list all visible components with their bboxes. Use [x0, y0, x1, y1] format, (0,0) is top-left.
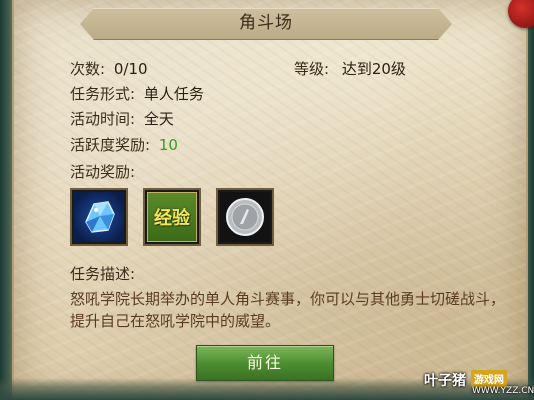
crystal-icon: [74, 192, 124, 242]
description-text: 怒吼学院长期举办的单人角斗赛事，你可以与其他勇士切磋战斗，提升自己在怒吼学院中的…: [70, 290, 506, 330]
rewards-label-row: 活动奖励:: [70, 161, 135, 182]
form-value: 单人任务: [143, 85, 204, 103]
activity-value: 10: [158, 136, 178, 154]
reward-slot-crystal[interactable]: [70, 188, 128, 246]
description-label-row: 任务描述:: [70, 263, 135, 284]
go-button[interactable]: 前往: [196, 345, 334, 381]
level-row: 等级: 达到20级: [294, 58, 406, 79]
reward-slot-experience[interactable]: 经验: [143, 188, 201, 246]
count-value: 0/10: [113, 60, 148, 78]
watermark-badge: 游戏网: [470, 370, 507, 387]
watermark-brand: 叶子猪: [424, 373, 466, 389]
level-label: 等级:: [294, 60, 330, 78]
watermark-logo: 叶子猪 游戏网 WWW.YZZ.CN: [424, 370, 534, 396]
coin-icon: [220, 192, 270, 242]
exp-text: 经验: [154, 208, 190, 229]
time-label: 活动时间:: [70, 110, 136, 128]
time-value: 全天: [143, 110, 174, 128]
watermark-url: WWW.YZZ.CN: [472, 386, 534, 396]
count-row: 次数: 0/10: [70, 58, 148, 79]
description-label: 任务描述:: [70, 265, 136, 283]
reward-slot-coin[interactable]: [216, 188, 274, 246]
time-row: 活动时间: 全天: [70, 108, 174, 129]
activity-dialog: 角斗场 次数: 0/10 等级: 达到20级 任务形式: 单人任务 活动时间: …: [0, 0, 534, 400]
level-value: 达到20级: [341, 60, 406, 78]
activity-label: 活跃度奖励:: [70, 136, 151, 154]
count-label: 次数:: [70, 60, 106, 78]
activity-row: 活跃度奖励: 10: [70, 134, 178, 155]
dialog-title: 角斗场: [239, 13, 293, 33]
rewards-label: 活动奖励:: [70, 163, 136, 181]
form-row: 任务形式: 单人任务: [70, 83, 204, 104]
exp-icon: 经验: [147, 192, 197, 242]
form-label: 任务形式:: [70, 85, 136, 103]
